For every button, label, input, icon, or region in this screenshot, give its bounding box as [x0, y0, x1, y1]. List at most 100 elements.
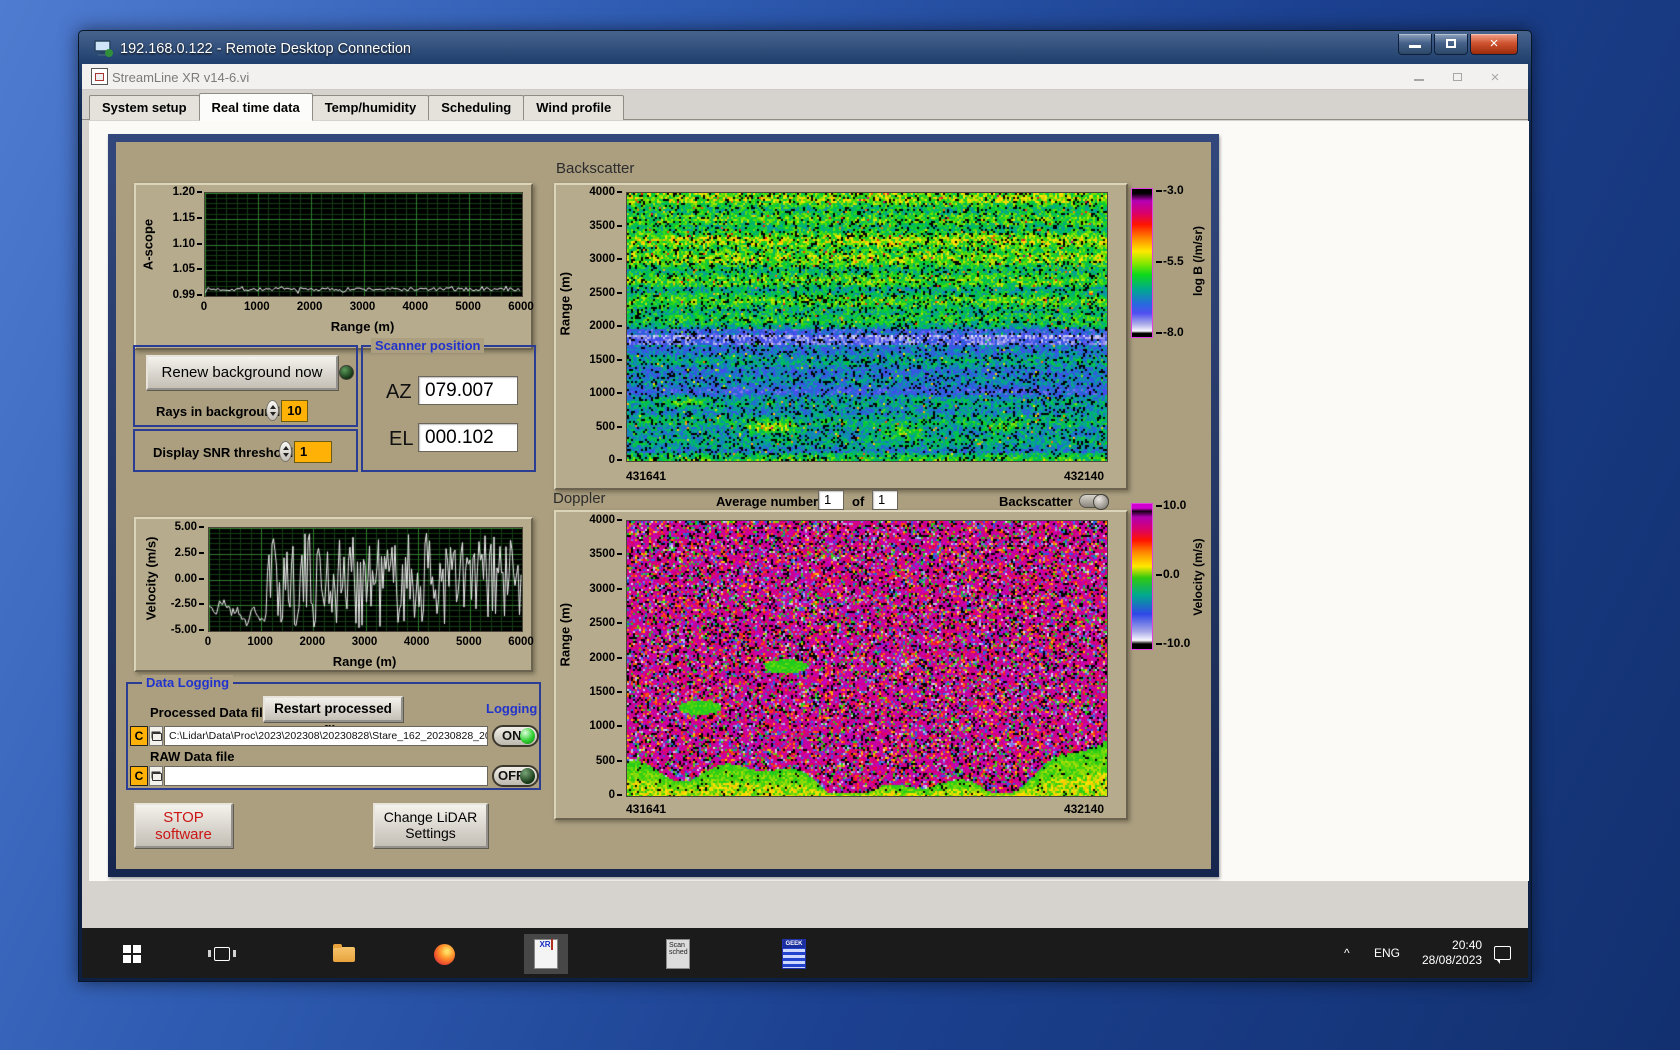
rdp-computer-icon [94, 40, 114, 58]
action-center-button[interactable] [1494, 928, 1511, 978]
backscatter-cb-tick-min: -8.0 [1156, 325, 1184, 339]
off-led [520, 768, 535, 784]
doppler-heatmap-canvas [627, 521, 1107, 796]
app-minimize-icon[interactable] [1404, 69, 1434, 84]
rays-value-field[interactable]: 10 [281, 400, 308, 422]
desktop: 192.168.0.122 - Remote Desktop Connectio… [0, 0, 1680, 1050]
remote-desktop-screen: StreamLine XR v14-6.vi × System setupRea… [82, 64, 1528, 978]
tab-system-setup[interactable]: System setup [89, 95, 200, 120]
processed-logging-on-button[interactable]: ON [492, 725, 539, 747]
windows-logo-icon [123, 945, 141, 963]
doppler-y-axis-label: Range (m) [558, 607, 573, 667]
snr-threshold-label: Display SNR threshold [153, 445, 293, 460]
velocity-x-axis-label: Range (m) [208, 654, 521, 669]
stop-button-line2: software [136, 826, 231, 843]
close-button[interactable]: × [1470, 34, 1518, 55]
az-label: AZ [386, 381, 412, 404]
restore-button[interactable] [1434, 34, 1468, 55]
restart-processed-file-button[interactable]: Restart processed file [263, 696, 403, 722]
scan-scheduler-button[interactable]: Scansched [656, 934, 700, 974]
velocity-graph-panel: Velocity (m/s) 5.002.500.00-2.50-5.00 01… [134, 517, 533, 672]
task-view-button[interactable] [200, 934, 244, 974]
backscatter-toggle-label: Backscatter [999, 494, 1073, 509]
raw-path-field[interactable] [164, 766, 488, 786]
tab-scheduling[interactable]: Scheduling [428, 95, 524, 120]
stop-button-line1: STOP [136, 809, 231, 826]
tab-wind-profile[interactable]: Wind profile [523, 95, 624, 120]
rays-in-background-label: Rays in background [156, 404, 280, 419]
streamline-xr-app-button[interactable]: XR [524, 934, 568, 974]
tab-page: A-scope 1.201.151.101.050.99 01000200030… [89, 121, 1529, 881]
file-explorer-button[interactable] [322, 934, 366, 974]
backscatter-doppler-toggle[interactable] [1079, 494, 1109, 508]
app-restore-icon[interactable] [1442, 69, 1472, 84]
ascope-graph-panel: A-scope 1.201.151.101.050.99 01000200030… [134, 183, 533, 350]
rdp-window: 192.168.0.122 - Remote Desktop Connectio… [78, 30, 1532, 982]
backscatter-y-ticks: 40003500300025002000150010005000 [578, 192, 622, 460]
velocity-x-ticks: 0100020003000400050006000 [208, 636, 521, 650]
renew-background-led [339, 365, 354, 380]
backscatter-x-start: 431641 [626, 469, 666, 483]
doppler-colorbar [1131, 503, 1153, 650]
rdp-titlebar[interactable]: 192.168.0.122 - Remote Desktop Connectio… [82, 34, 1528, 64]
velocity-y-axis-label: Velocity (m/s) [144, 529, 159, 629]
background-control-box: Renew background now Rays in background … [133, 345, 358, 427]
data-logging-box: Data Logging Processed Data file Restart… [126, 682, 541, 790]
firefox-button[interactable] [422, 934, 466, 974]
main-panel-frame: A-scope 1.201.151.101.050.99 01000200030… [108, 134, 1219, 877]
processed-path-field[interactable]: C:\Lidar\Data\Proc\2023\202308\20230828\… [164, 726, 488, 746]
processed-drive-selector[interactable]: C [130, 726, 148, 746]
raw-drive-selector[interactable]: C [130, 766, 148, 786]
clock-date: 28/08/2023 [1422, 953, 1482, 968]
app-close-icon[interactable]: × [1480, 69, 1510, 86]
windows-taskbar: XR Scansched GEEK ^ ENG 20:4028/08/2023 [82, 928, 1528, 978]
snr-value-field[interactable]: 1 [294, 441, 332, 463]
clock-time: 20:40 [1422, 938, 1482, 953]
backscatter-graph-panel: Range (m) 400035003000250020001500100050… [554, 183, 1128, 490]
average-total-field[interactable]: 1 [872, 490, 898, 510]
change-lidar-settings-button[interactable]: Change LiDAR Settings [373, 803, 488, 848]
language-indicator[interactable]: ENG [1374, 928, 1400, 978]
velocity-y-ticks: 5.002.500.00-2.50-5.00 [160, 527, 204, 630]
minimize-button[interactable] [1398, 34, 1432, 55]
doppler-plot [626, 520, 1108, 797]
az-value-field[interactable]: 079.007 [418, 376, 518, 405]
rays-spinner[interactable] [266, 400, 279, 421]
ascope-x-axis-label: Range (m) [204, 319, 521, 334]
geek-app-button[interactable]: GEEK [772, 934, 816, 974]
scan-scheduler-icon: Scansched [666, 939, 690, 969]
processed-browse-icon[interactable] [149, 726, 163, 746]
raw-browse-icon[interactable] [149, 766, 163, 786]
doppler-cb-tick-mid: 0.0 [1156, 567, 1180, 581]
backscatter-colorbar [1131, 188, 1153, 338]
renew-background-button[interactable]: Renew background now [146, 355, 338, 390]
raw-logging-off-button[interactable]: OFF [492, 765, 539, 787]
tab-bar: System setupReal time dataTemp/humidityS… [82, 90, 1528, 120]
velocity-plot [208, 527, 523, 632]
processed-data-file-label: Processed Data file [150, 705, 270, 720]
start-button[interactable] [110, 934, 154, 974]
velocity-trace-canvas [209, 528, 522, 631]
el-value-field[interactable]: 000.102 [418, 423, 518, 452]
front-panel: A-scope 1.201.151.101.050.99 01000200030… [82, 120, 1528, 928]
stop-software-button[interactable]: STOP software [134, 803, 233, 848]
snr-spinner[interactable] [279, 441, 292, 462]
app-title: StreamLine XR v14-6.vi [112, 70, 249, 85]
doppler-section-title: Doppler [553, 490, 606, 507]
app-titlebar[interactable]: StreamLine XR v14-6.vi × [82, 64, 1528, 90]
raw-data-file-label: RAW Data file [150, 749, 235, 764]
tab-temp-humidity[interactable]: Temp/humidity [312, 95, 429, 120]
doppler-x-end: 432140 [1064, 802, 1104, 816]
tray-chevron[interactable]: ^ [1344, 928, 1350, 978]
backscatter-plot [626, 192, 1108, 462]
taskbar-clock[interactable]: 20:4028/08/2023 [1422, 928, 1482, 978]
change-button-line2: Settings [375, 825, 486, 841]
data-logging-title: Data Logging [142, 675, 233, 690]
average-number-field[interactable]: 1 [818, 490, 844, 510]
tab-real-time-data[interactable]: Real time data [199, 93, 313, 121]
logging-label: Logging [486, 701, 537, 716]
ascope-x-ticks: 0100020003000400050006000 [204, 301, 521, 315]
backscatter-y-axis-label: Range (m) [558, 276, 573, 336]
el-label: EL [389, 428, 413, 451]
streamline-xr-icon: XR [534, 939, 558, 969]
